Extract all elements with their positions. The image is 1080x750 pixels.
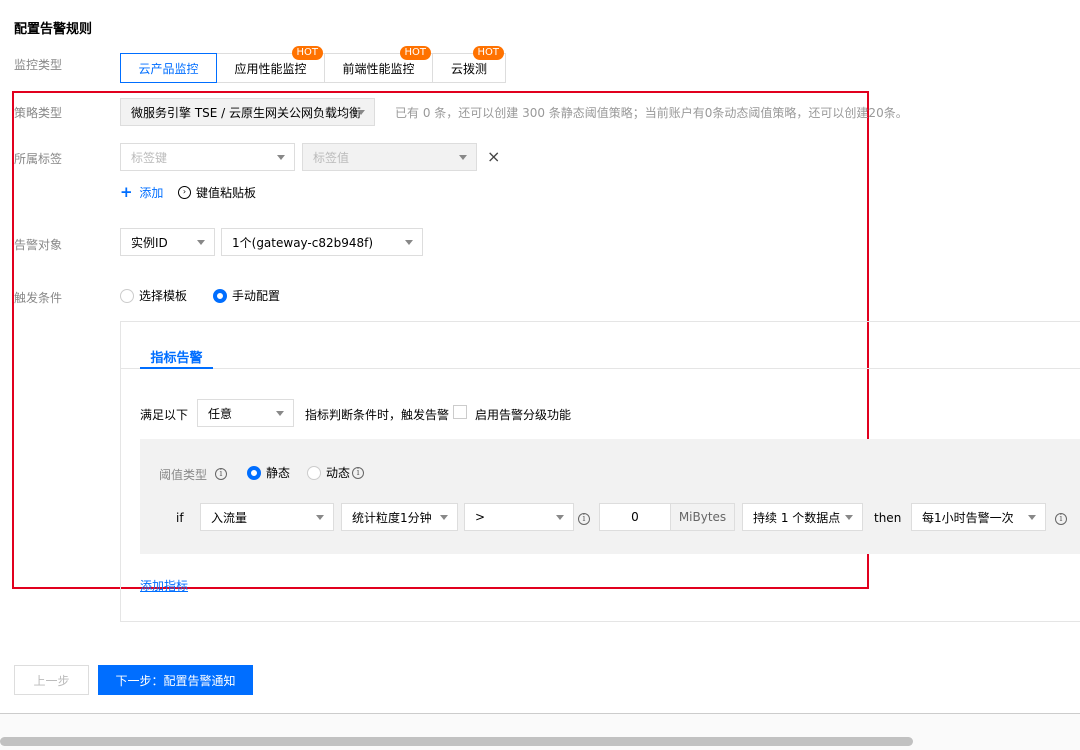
panel-divider: [121, 368, 1080, 369]
trigger-label: 触发条件: [14, 291, 63, 305]
tab-cloud-product[interactable]: 云产品监控: [120, 53, 217, 83]
operator-select[interactable]: >: [464, 503, 574, 531]
satisfy-condition-value: 任意: [208, 406, 233, 421]
unit-label: MiBytes: [670, 503, 735, 531]
chevron-down-icon: [556, 515, 564, 520]
remove-tag-icon[interactable]: ×: [487, 147, 500, 166]
threshold-dynamic-label: 动态: [326, 466, 351, 480]
tab-label: 云拨测: [450, 61, 487, 76]
info-glyph: i: [578, 513, 590, 525]
radio-icon: [307, 465, 321, 480]
tag-key-placeholder: 标签键: [131, 150, 168, 165]
granularity-value: 统计粒度1分钟: [352, 510, 432, 525]
policy-type-select[interactable]: 微服务引擎 TSE / 云原生网关公网负载均衡: [120, 98, 375, 126]
chevron-down-icon: [197, 240, 205, 245]
threshold-static-radio[interactable]: 静态: [247, 464, 290, 481]
satisfy-condition-select[interactable]: 任意: [197, 399, 294, 427]
tag-value-placeholder: 标签值: [313, 150, 350, 165]
chevron-down-icon: [316, 515, 324, 520]
tags-label: 所属标签: [14, 152, 63, 166]
chevron-right-circle-icon: ›: [178, 186, 191, 199]
chevron-down-icon: [277, 155, 285, 160]
chevron-down-icon: [357, 110, 365, 115]
metric-select[interactable]: 入流量: [200, 503, 334, 531]
chevron-down-icon: [276, 411, 284, 416]
info-glyph: i: [1055, 513, 1067, 525]
chevron-down-icon: [459, 155, 467, 160]
hot-badge: HOT: [472, 46, 504, 60]
threshold-type-label: 阈值类型: [159, 468, 208, 482]
policy-type-label: 策略类型: [14, 106, 63, 120]
target-instance-select[interactable]: 1个(gateway-c82b948f): [221, 228, 423, 256]
duration-select[interactable]: 持续 1 个数据点: [742, 503, 863, 531]
radio-checked-icon: [213, 288, 227, 303]
tag-key-select[interactable]: 标签键: [120, 143, 295, 171]
trigger-template-label: 选择模板: [139, 289, 188, 303]
chevron-down-icon: [440, 515, 448, 520]
tab-label: 云产品监控: [138, 61, 199, 76]
tag-value-select[interactable]: 标签值: [302, 143, 477, 171]
info-icon[interactable]: i: [578, 510, 590, 525]
trigger-template-radio[interactable]: 选择模板: [120, 287, 187, 304]
trigger-manual-radio[interactable]: 手动配置: [213, 287, 280, 304]
threshold-value-input[interactable]: 0: [599, 503, 671, 531]
monitor-type-label: 监控类型: [14, 58, 63, 72]
horizontal-scrollbar-thumb[interactable]: [0, 737, 913, 746]
threshold-dynamic-radio[interactable]: 动态 i: [307, 464, 365, 481]
info-icon[interactable]: i: [352, 466, 365, 479]
chevron-down-icon: [1028, 515, 1036, 520]
paste-board-label: 键值粘贴板: [196, 186, 257, 200]
satisfy-suffix: 指标判断条件时，触发告警: [305, 408, 450, 422]
threshold-static-label: 静态: [266, 466, 291, 480]
target-type-select[interactable]: 实例ID: [120, 228, 215, 256]
tab-cloud-probe[interactable]: HOT 云拨测: [432, 46, 506, 83]
level-checkbox[interactable]: [453, 405, 467, 419]
satisfy-prefix: 满足以下: [140, 408, 189, 422]
operator-value: >: [475, 510, 486, 524]
plus-icon: +: [120, 183, 133, 201]
tab-metric-alarm[interactable]: 指标告警: [140, 347, 213, 369]
target-instance-value: 1个(gateway-c82b948f): [232, 235, 374, 250]
duration-value: 持续 1 个数据点: [753, 510, 841, 525]
hot-badge: HOT: [399, 46, 431, 60]
metric-value: 入流量: [211, 510, 248, 525]
radio-icon: [120, 288, 134, 303]
info-glyph: i: [215, 468, 227, 480]
unit-text: MiBytes: [678, 510, 727, 524]
policy-quota-hint: 已有 0 条，还可以创建 300 条静态阈值策略；当前账户有0条动态阈值策略，还…: [395, 106, 908, 120]
next-button[interactable]: 下一步：配置告警通知: [98, 665, 253, 695]
chevron-down-icon: [405, 240, 413, 245]
chevron-down-icon: [845, 515, 853, 520]
info-icon[interactable]: i: [215, 465, 227, 480]
prev-button[interactable]: 上一步: [14, 665, 89, 695]
page-title: 配置告警规则: [14, 22, 93, 37]
info-icon[interactable]: i: [1055, 510, 1067, 525]
add-tag-button[interactable]: + 添加: [120, 183, 163, 201]
level-checkbox-label: 启用告警分级功能: [475, 408, 572, 422]
threshold-section: [140, 439, 1080, 554]
add-tag-label: 添加: [139, 186, 164, 200]
granularity-select[interactable]: 统计粒度1分钟: [341, 503, 458, 531]
if-keyword: if: [176, 511, 184, 525]
tab-label: 应用性能监控: [234, 61, 307, 76]
add-metric-link[interactable]: 添加指标: [140, 577, 188, 594]
frequency-select[interactable]: 每1小时告警一次: [911, 503, 1046, 531]
target-type-value: 实例ID: [131, 235, 168, 250]
radio-checked-icon: [247, 465, 261, 480]
threshold-value: 0: [631, 510, 639, 524]
target-label: 告警对象: [14, 238, 63, 252]
tab-label: 前端性能监控: [342, 61, 415, 76]
trigger-manual-label: 手动配置: [232, 289, 281, 303]
tab-rum[interactable]: HOT 前端性能监控: [324, 46, 433, 83]
frequency-value: 每1小时告警一次: [922, 510, 1014, 525]
then-keyword: then: [874, 511, 902, 525]
paste-board-button[interactable]: › 键值粘贴板: [178, 184, 256, 201]
policy-type-value: 微服务引擎 TSE / 云原生网关公网负载均衡: [131, 105, 362, 120]
hot-badge: HOT: [291, 46, 323, 60]
tab-apm[interactable]: HOT 应用性能监控: [216, 46, 325, 83]
